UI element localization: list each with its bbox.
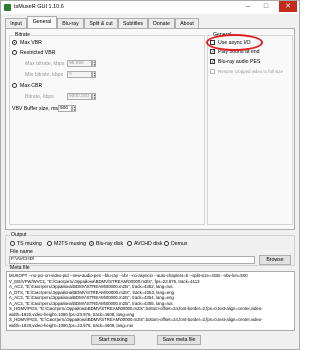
play-sound-checkbox[interactable]: ✓ [210, 49, 215, 54]
min-bitrate-label: Min bitrate, kbps [25, 72, 64, 78]
m2ts-muxing-radio[interactable] [47, 241, 52, 246]
app-window: tsMuxeR GUI 1.10.6 – □ ✕ Input General B… [0, 0, 300, 350]
close-button[interactable]: ✕ [279, 1, 297, 12]
cbr-bitrate-label: Bitrate, kbps [25, 94, 54, 100]
bluray-pes-label: Blu-ray audio PES [218, 59, 261, 65]
minimize-button[interactable]: – [241, 1, 255, 12]
avchd-disk-label: AVCHD disk [134, 241, 163, 247]
maximize-button[interactable]: □ [259, 1, 273, 12]
max-bitrate-spinner[interactable]: ▲ ▼ [92, 60, 96, 67]
tab-bluray[interactable]: Blu-ray [57, 18, 84, 28]
bluray-disk-radio[interactable] [89, 241, 94, 246]
max-vbr-label: Max VBR [20, 40, 42, 46]
restricted-vbr-radio[interactable] [12, 50, 17, 55]
meta-line: width=1920,video-height=1080,fps=23.976,… [9, 322, 134, 328]
browse-button[interactable]: Browse [259, 255, 291, 265]
m2ts-muxing-label: M2TS muxing [54, 241, 86, 247]
cbr-bitrate-spinner[interactable]: ▲ ▼ [92, 93, 96, 100]
meta-line: S_HDMV/PGS, "E:\Смотреть\Эррайона\BDMV\S… [9, 317, 263, 322]
tab-input[interactable]: Input [5, 18, 27, 28]
bluray-pes-checkbox[interactable]: ✓ [210, 59, 215, 64]
max-cbr-label: Max CBR [20, 83, 43, 89]
tab-general[interactable]: General [27, 16, 57, 28]
title-bar: tsMuxeR GUI 1.10.6 – □ ✕ [1, 1, 299, 14]
output-path-input[interactable]: F:\AVCHD\ [9, 256, 255, 264]
red-highlight-circle [206, 34, 263, 51]
vbv-label: VBV Buffer size, ms [12, 106, 59, 112]
vbv-spinner[interactable]: ▲ ▼ [72, 105, 76, 112]
demux-label: Demux [171, 241, 188, 247]
general-tab-panel: Bitrate Max VBR Restricted VBR Max bitra… [5, 28, 295, 230]
ts-muxing-radio[interactable] [10, 241, 15, 246]
restore-cropped-checkbox[interactable] [210, 69, 215, 74]
save-meta-button[interactable]: Save meta file [157, 335, 201, 345]
output-legend: Output [10, 232, 28, 238]
min-bitrate-input[interactable]: 0 [67, 71, 92, 78]
vbv-input[interactable]: 500 [58, 105, 72, 112]
meta-line: S_HDMV/PGS, "E:\Смотреть\Эррайона\BDMV\S… [9, 306, 263, 311]
bitrate-legend: Bitrate [14, 32, 31, 38]
ts-muxing-label: TS muxing [17, 241, 42, 247]
avchd-disk-radio[interactable] [127, 241, 132, 246]
bluray-disk-label: Blu-ray disk [96, 241, 124, 247]
restricted-vbr-label: Restricted VBR [20, 50, 56, 56]
max-bitrate-input[interactable]: 99,990 [67, 60, 92, 67]
start-muxing-button[interactable]: Start muxing [91, 335, 135, 345]
tab-subtitles[interactable]: Subtitles [118, 18, 148, 28]
meta-file-textarea[interactable]: MUXOPT --no-pcr-on-video-pid --new-audio… [6, 271, 295, 331]
window-title: tsMuxeR GUI 1.10.6 [14, 4, 64, 10]
tab-about[interactable]: About [175, 18, 199, 28]
min-bitrate-spinner[interactable]: ▲ ▼ [92, 71, 96, 78]
tab-donate[interactable]: Donate [148, 18, 175, 28]
demux-radio[interactable] [164, 241, 169, 246]
max-bitrate-label: Max bitrate, kbps [25, 61, 65, 67]
file-name-label: File name [10, 249, 33, 255]
app-icon [4, 4, 11, 11]
tab-split-cut[interactable]: Split & cut [84, 18, 118, 28]
max-cbr-radio[interactable] [12, 83, 17, 88]
restore-cropped-label: Restore cropped video to full size [218, 69, 283, 74]
cbr-bitrate-input[interactable]: 6000,000 [67, 93, 92, 100]
max-vbr-radio[interactable] [12, 40, 17, 45]
